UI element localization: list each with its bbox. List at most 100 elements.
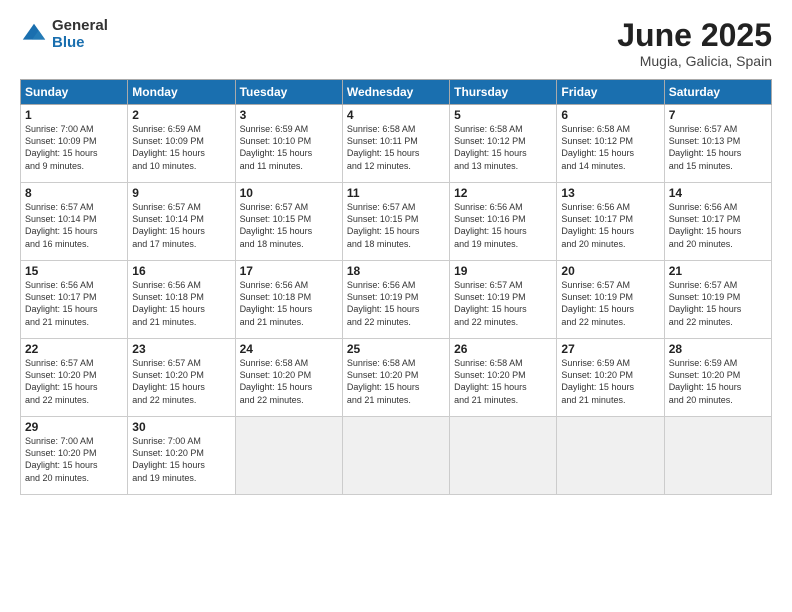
day-info: Sunrise: 6:57 AM Sunset: 10:13 PM Daylig… (669, 123, 767, 172)
day-number: 25 (347, 342, 445, 356)
day-info: Sunrise: 6:58 AM Sunset: 10:20 PM Daylig… (347, 357, 445, 406)
day-cell: 19Sunrise: 6:57 AM Sunset: 10:19 PM Dayl… (450, 261, 557, 339)
day-number: 29 (25, 420, 123, 434)
day-info: Sunrise: 6:56 AM Sunset: 10:18 PM Daylig… (240, 279, 338, 328)
day-cell (664, 417, 771, 495)
calendar-body: 1Sunrise: 7:00 AM Sunset: 10:09 PM Dayli… (21, 105, 772, 495)
day-info: Sunrise: 6:59 AM Sunset: 10:20 PM Daylig… (561, 357, 659, 406)
day-cell: 24Sunrise: 6:58 AM Sunset: 10:20 PM Dayl… (235, 339, 342, 417)
day-cell: 13Sunrise: 6:56 AM Sunset: 10:17 PM Dayl… (557, 183, 664, 261)
day-cell: 14Sunrise: 6:56 AM Sunset: 10:17 PM Dayl… (664, 183, 771, 261)
day-info: Sunrise: 7:00 AM Sunset: 10:20 PM Daylig… (132, 435, 230, 484)
day-cell: 8Sunrise: 6:57 AM Sunset: 10:14 PM Dayli… (21, 183, 128, 261)
day-info: Sunrise: 6:56 AM Sunset: 10:18 PM Daylig… (132, 279, 230, 328)
day-number: 30 (132, 420, 230, 434)
day-cell: 20Sunrise: 6:57 AM Sunset: 10:19 PM Dayl… (557, 261, 664, 339)
day-info: Sunrise: 6:57 AM Sunset: 10:19 PM Daylig… (561, 279, 659, 328)
day-info: Sunrise: 6:58 AM Sunset: 10:20 PM Daylig… (240, 357, 338, 406)
day-number: 13 (561, 186, 659, 200)
day-info: Sunrise: 6:57 AM Sunset: 10:19 PM Daylig… (454, 279, 552, 328)
day-cell: 5Sunrise: 6:58 AM Sunset: 10:12 PM Dayli… (450, 105, 557, 183)
day-cell: 16Sunrise: 6:56 AM Sunset: 10:18 PM Dayl… (128, 261, 235, 339)
col-wednesday: Wednesday (342, 80, 449, 105)
day-cell (557, 417, 664, 495)
day-number: 1 (25, 108, 123, 122)
week-row-5: 29Sunrise: 7:00 AM Sunset: 10:20 PM Dayl… (21, 417, 772, 495)
day-cell: 22Sunrise: 6:57 AM Sunset: 10:20 PM Dayl… (21, 339, 128, 417)
day-number: 11 (347, 186, 445, 200)
day-number: 28 (669, 342, 767, 356)
day-info: Sunrise: 6:58 AM Sunset: 10:12 PM Daylig… (454, 123, 552, 172)
day-cell (342, 417, 449, 495)
day-number: 12 (454, 186, 552, 200)
day-number: 19 (454, 264, 552, 278)
day-info: Sunrise: 6:56 AM Sunset: 10:17 PM Daylig… (669, 201, 767, 250)
day-info: Sunrise: 6:58 AM Sunset: 10:11 PM Daylig… (347, 123, 445, 172)
week-row-4: 22Sunrise: 6:57 AM Sunset: 10:20 PM Dayl… (21, 339, 772, 417)
week-row-1: 1Sunrise: 7:00 AM Sunset: 10:09 PM Dayli… (21, 105, 772, 183)
day-number: 16 (132, 264, 230, 278)
col-monday: Monday (128, 80, 235, 105)
day-cell: 12Sunrise: 6:56 AM Sunset: 10:16 PM Dayl… (450, 183, 557, 261)
calendar-subtitle: Mugia, Galicia, Spain (617, 53, 772, 69)
day-cell: 15Sunrise: 6:56 AM Sunset: 10:17 PM Dayl… (21, 261, 128, 339)
day-cell: 29Sunrise: 7:00 AM Sunset: 10:20 PM Dayl… (21, 417, 128, 495)
col-tuesday: Tuesday (235, 80, 342, 105)
col-saturday: Saturday (664, 80, 771, 105)
logo-general: General (52, 18, 108, 35)
calendar-table: Sunday Monday Tuesday Wednesday Thursday… (20, 79, 772, 495)
week-row-3: 15Sunrise: 6:56 AM Sunset: 10:17 PM Dayl… (21, 261, 772, 339)
day-info: Sunrise: 7:00 AM Sunset: 10:09 PM Daylig… (25, 123, 123, 172)
day-info: Sunrise: 6:59 AM Sunset: 10:10 PM Daylig… (240, 123, 338, 172)
day-cell: 9Sunrise: 6:57 AM Sunset: 10:14 PM Dayli… (128, 183, 235, 261)
day-number: 8 (25, 186, 123, 200)
day-info: Sunrise: 6:58 AM Sunset: 10:12 PM Daylig… (561, 123, 659, 172)
day-number: 26 (454, 342, 552, 356)
day-info: Sunrise: 7:00 AM Sunset: 10:20 PM Daylig… (25, 435, 123, 484)
day-info: Sunrise: 6:57 AM Sunset: 10:14 PM Daylig… (132, 201, 230, 250)
header-row: Sunday Monday Tuesday Wednesday Thursday… (21, 80, 772, 105)
day-cell: 4Sunrise: 6:58 AM Sunset: 10:11 PM Dayli… (342, 105, 449, 183)
title-block: June 2025 Mugia, Galicia, Spain (617, 18, 772, 69)
day-number: 3 (240, 108, 338, 122)
day-info: Sunrise: 6:57 AM Sunset: 10:14 PM Daylig… (25, 201, 123, 250)
day-number: 14 (669, 186, 767, 200)
day-info: Sunrise: 6:56 AM Sunset: 10:16 PM Daylig… (454, 201, 552, 250)
day-info: Sunrise: 6:57 AM Sunset: 10:15 PM Daylig… (240, 201, 338, 250)
day-cell: 10Sunrise: 6:57 AM Sunset: 10:15 PM Dayl… (235, 183, 342, 261)
day-info: Sunrise: 6:56 AM Sunset: 10:19 PM Daylig… (347, 279, 445, 328)
col-friday: Friday (557, 80, 664, 105)
day-cell: 1Sunrise: 7:00 AM Sunset: 10:09 PM Dayli… (21, 105, 128, 183)
logo-blue: Blue (52, 35, 108, 52)
day-info: Sunrise: 6:58 AM Sunset: 10:20 PM Daylig… (454, 357, 552, 406)
calendar-header: Sunday Monday Tuesday Wednesday Thursday… (21, 80, 772, 105)
day-info: Sunrise: 6:59 AM Sunset: 10:09 PM Daylig… (132, 123, 230, 172)
day-cell: 6Sunrise: 6:58 AM Sunset: 10:12 PM Dayli… (557, 105, 664, 183)
logo-icon (20, 21, 48, 49)
day-number: 23 (132, 342, 230, 356)
day-info: Sunrise: 6:56 AM Sunset: 10:17 PM Daylig… (561, 201, 659, 250)
day-number: 7 (669, 108, 767, 122)
day-cell (235, 417, 342, 495)
day-info: Sunrise: 6:57 AM Sunset: 10:20 PM Daylig… (132, 357, 230, 406)
day-cell: 23Sunrise: 6:57 AM Sunset: 10:20 PM Dayl… (128, 339, 235, 417)
header: General Blue June 2025 Mugia, Galicia, S… (20, 18, 772, 69)
day-number: 24 (240, 342, 338, 356)
day-info: Sunrise: 6:57 AM Sunset: 10:15 PM Daylig… (347, 201, 445, 250)
calendar-title: June 2025 (617, 18, 772, 53)
day-number: 27 (561, 342, 659, 356)
day-number: 2 (132, 108, 230, 122)
day-number: 15 (25, 264, 123, 278)
day-cell: 7Sunrise: 6:57 AM Sunset: 10:13 PM Dayli… (664, 105, 771, 183)
day-cell: 18Sunrise: 6:56 AM Sunset: 10:19 PM Dayl… (342, 261, 449, 339)
page: General Blue June 2025 Mugia, Galicia, S… (0, 0, 792, 612)
day-cell: 3Sunrise: 6:59 AM Sunset: 10:10 PM Dayli… (235, 105, 342, 183)
week-row-2: 8Sunrise: 6:57 AM Sunset: 10:14 PM Dayli… (21, 183, 772, 261)
day-info: Sunrise: 6:57 AM Sunset: 10:20 PM Daylig… (25, 357, 123, 406)
logo-text: General Blue (52, 18, 108, 51)
day-number: 21 (669, 264, 767, 278)
day-cell: 27Sunrise: 6:59 AM Sunset: 10:20 PM Dayl… (557, 339, 664, 417)
day-cell: 30Sunrise: 7:00 AM Sunset: 10:20 PM Dayl… (128, 417, 235, 495)
day-cell (450, 417, 557, 495)
day-number: 10 (240, 186, 338, 200)
